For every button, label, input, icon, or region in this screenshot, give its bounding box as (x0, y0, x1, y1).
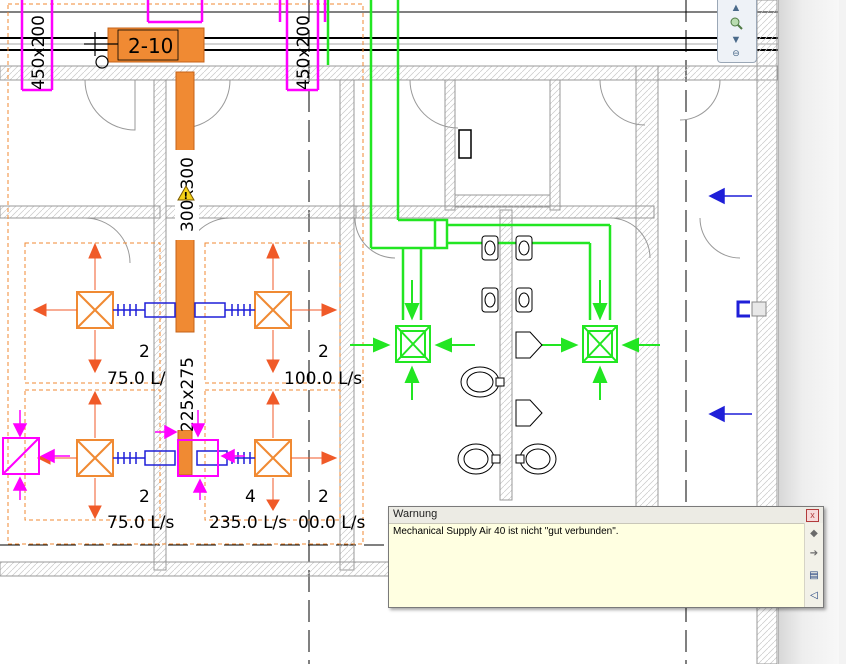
arrow-up-icon[interactable]: ▲ (728, 2, 744, 16)
section-marker[interactable] (736, 300, 767, 318)
zoom-icon[interactable] (728, 16, 744, 30)
terminal-count-4: 4 (245, 487, 256, 507)
expand-icon[interactable]: ▤ (808, 569, 820, 583)
navigation-wheel-widget[interactable]: ▲ ▼ ⊖ (717, 0, 757, 63)
warning-message: Mechanical Supply Air 40 ist nicht "gut … (393, 526, 619, 537)
terminal-flow-1: 75.0 L/ (107, 369, 166, 389)
warning-dialog-title: Warnung (393, 508, 438, 520)
warning-dialog-titlebar[interactable]: Warnung x (389, 507, 823, 524)
duct-size-top-right: 450x200 (294, 15, 314, 90)
terminal-count-2: 2 (318, 342, 329, 362)
previous-warning-icon[interactable]: ◆ (808, 527, 820, 541)
terminal-flow-2: 100.0 L/s (284, 369, 362, 389)
duct-size-top-left: 450x200 (29, 15, 49, 90)
terminal-flow-5: 00.0 L/s (298, 513, 365, 533)
options-icon[interactable]: ⊖ (728, 48, 744, 62)
warning-glyph: ! (184, 191, 189, 202)
next-warning-icon[interactable]: ➔ (808, 547, 820, 561)
supply-ducts-green[interactable] (326, 0, 612, 320)
terminal-count-1: 2 (139, 342, 150, 362)
terminal-flow-3: 75.0 L/s (107, 513, 174, 533)
arrow-down-icon[interactable]: ▼ (728, 34, 744, 48)
terminal-count-3: 2 (139, 487, 150, 507)
duct-size-lower-vertical: 225x275 (178, 357, 198, 432)
room-tag[interactable]: 2-10 (117, 29, 179, 61)
warning-toolbar: ◆ ➔ ▤ ◁ (804, 523, 823, 607)
room-tag-label: 2-10 (128, 34, 173, 58)
flow-arrows-blue (708, 187, 752, 423)
export-icon[interactable]: ◁ (808, 589, 820, 603)
terminal-count-5: 2 (318, 487, 329, 507)
warning-dialog[interactable]: Warnung x Mechanical Supply Air 40 ist n… (388, 506, 824, 608)
close-icon[interactable]: x (806, 509, 819, 522)
terminal-flow-4: 235.0 L/s (209, 513, 287, 533)
